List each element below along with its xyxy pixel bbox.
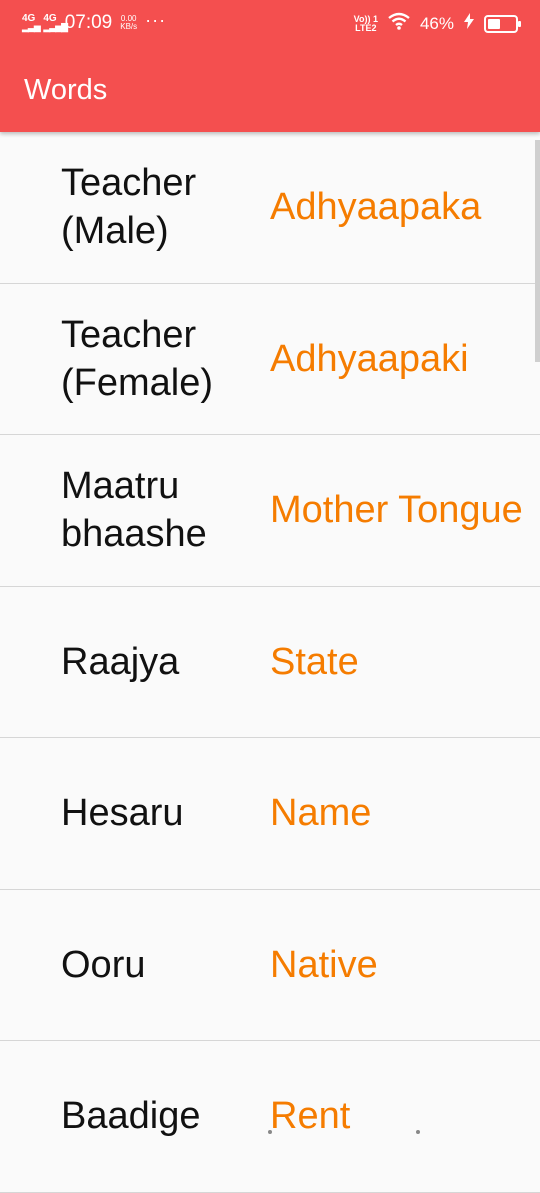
status-time: 07:09 bbox=[65, 12, 113, 34]
list-item[interactable]: Hesaru Name bbox=[0, 738, 540, 890]
word-text: Maatru bhaashe bbox=[61, 435, 261, 586]
nav-indicator bbox=[268, 1130, 272, 1134]
list-item[interactable]: Teacher (Female) Adhyaapaki bbox=[0, 284, 540, 436]
battery-icon bbox=[484, 15, 518, 33]
signal-bars-icon: ▂▃▅▇ bbox=[43, 22, 67, 32]
wifi-icon bbox=[388, 12, 410, 35]
meaning-text: Name bbox=[270, 738, 530, 889]
status-left: 4G ▂▃▅ 4G ▂▃▅▇ 07:09 0.00 KB/s ··· bbox=[22, 12, 166, 34]
list-item[interactable]: Baadige Rent bbox=[0, 1041, 540, 1193]
meaning-text: Mother Tongue bbox=[270, 435, 530, 586]
list-item[interactable]: Ooru Native bbox=[0, 890, 540, 1042]
list-item[interactable]: Maatru bhaashe Mother Tongue bbox=[0, 435, 540, 587]
status-right: Vo)) 1 LTE2 46% bbox=[354, 12, 518, 35]
meaning-text: Native bbox=[270, 890, 530, 1041]
battery-level bbox=[488, 19, 500, 29]
word-text: Teacher (Male) bbox=[61, 132, 261, 283]
meaning-text: Adhyaapaka bbox=[270, 132, 530, 283]
status-bar: 4G ▂▃▅ 4G ▂▃▅▇ 07:09 0.00 KB/s ··· Vo)) … bbox=[0, 0, 540, 48]
meaning-text: Rent bbox=[270, 1041, 530, 1192]
network-speed-unit: KB/s bbox=[120, 23, 137, 31]
word-text: Hesaru bbox=[61, 738, 261, 889]
more-notifications-icon: ··· bbox=[145, 10, 166, 31]
signal-bars-icon: ▂▃▅ bbox=[22, 22, 40, 32]
battery-percentage: 46% bbox=[420, 14, 454, 34]
nav-indicator bbox=[416, 1130, 420, 1134]
network-speed: 0.00 KB/s bbox=[120, 15, 137, 31]
list-item[interactable]: Teacher (Male) Adhyaapaka bbox=[0, 132, 540, 284]
app-bar: 4G ▂▃▅ 4G ▂▃▅▇ 07:09 0.00 KB/s ··· Vo)) … bbox=[0, 0, 540, 132]
words-list[interactable]: Teacher (Male) Adhyaapaka Teacher (Femal… bbox=[0, 132, 540, 1193]
charging-icon bbox=[464, 13, 474, 34]
app-title: Words bbox=[24, 74, 107, 107]
word-text: Teacher (Female) bbox=[61, 284, 261, 435]
signal-icon-sim2: 4G ▂▃▅▇ bbox=[43, 14, 56, 32]
word-text: Baadige bbox=[61, 1041, 261, 1192]
signal-icon-sim1: 4G ▂▃▅ bbox=[22, 14, 35, 32]
list-item[interactable]: Raajya State bbox=[0, 587, 540, 739]
word-text: Ooru bbox=[61, 890, 261, 1041]
scrollbar-thumb[interactable] bbox=[535, 140, 540, 362]
volte-icon: Vo)) 1 LTE2 bbox=[354, 15, 378, 33]
word-text: Raajya bbox=[61, 587, 261, 738]
meaning-text: Adhyaapaki bbox=[270, 284, 530, 435]
meaning-text: State bbox=[270, 587, 530, 738]
lte-label: LTE2 bbox=[354, 24, 378, 33]
